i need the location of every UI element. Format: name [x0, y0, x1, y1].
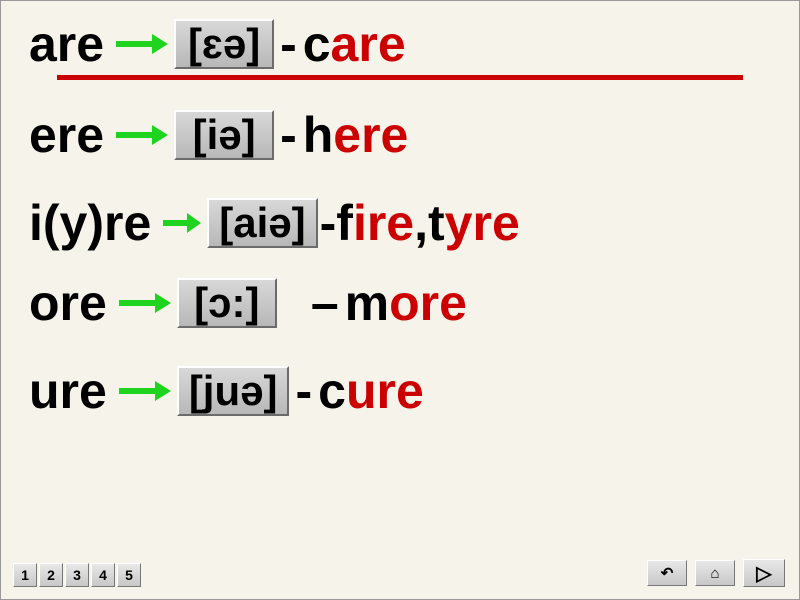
dash: - [280, 110, 297, 160]
word-stem: h [303, 110, 334, 160]
arrow-icon [117, 291, 171, 315]
ipa-box: [ɛə] [174, 19, 274, 69]
word-ending: are [331, 19, 406, 69]
ipa-box: [iə] [174, 110, 274, 160]
pattern-ure: ure [juə] - cure [29, 366, 771, 416]
slide-content: are [ɛə] - care ere [iə] - here i(y)re [… [1, 1, 799, 416]
home-button[interactable]: ⌂ [695, 560, 735, 586]
word-ending: ure [346, 366, 424, 416]
ipa-box: [aiə] [207, 198, 317, 248]
arrow-icon [114, 32, 168, 56]
ipa-box: [juə] [177, 366, 290, 416]
dash: - [320, 198, 337, 248]
word-stem: f [336, 198, 353, 248]
nav-group: ↶ ⌂ ▷ [647, 559, 785, 587]
word2-ending: yre [445, 198, 520, 248]
pattern-ere: ere [iə] - here [29, 110, 771, 160]
page-1-button[interactable]: 1 [13, 563, 37, 587]
dash: – [311, 278, 339, 328]
word-ending: ire [353, 198, 414, 248]
underline [57, 75, 743, 80]
arrow-icon [161, 211, 201, 235]
page-5-button[interactable]: 5 [117, 563, 141, 587]
arrow-icon [117, 379, 171, 403]
pattern-label: ere [29, 110, 104, 160]
word2-stem: t [428, 198, 445, 248]
pattern-label: ore [29, 278, 107, 328]
ipa-box: [ɔ:] [177, 278, 277, 328]
word-stem: c [303, 19, 331, 69]
pattern-are: are [ɛə] - care [29, 19, 771, 69]
arrow-icon [114, 123, 168, 147]
pattern-label: i(y)re [29, 198, 151, 248]
pattern-ore: ore [ɔ:] – more [29, 278, 771, 328]
page-4-button[interactable]: 4 [91, 563, 115, 587]
word-ending: ere [333, 110, 408, 160]
pattern-ire: i(y)re [aiə] - fire,tyre [29, 198, 771, 248]
word-ending: ore [389, 278, 467, 328]
word-stem: c [318, 366, 346, 416]
pager: 1 2 3 4 5 [13, 563, 143, 587]
word-stem: m [345, 278, 389, 328]
dash: - [280, 19, 297, 69]
comma: , [414, 198, 428, 248]
page-3-button[interactable]: 3 [65, 563, 89, 587]
pattern-label: are [29, 19, 104, 69]
dash: - [295, 366, 312, 416]
next-button[interactable]: ▷ [743, 559, 785, 587]
undo-button[interactable]: ↶ [647, 560, 687, 586]
pattern-label: ure [29, 366, 107, 416]
page-2-button[interactable]: 2 [39, 563, 63, 587]
footer: 1 2 3 4 5 ↶ ⌂ ▷ [13, 559, 785, 587]
